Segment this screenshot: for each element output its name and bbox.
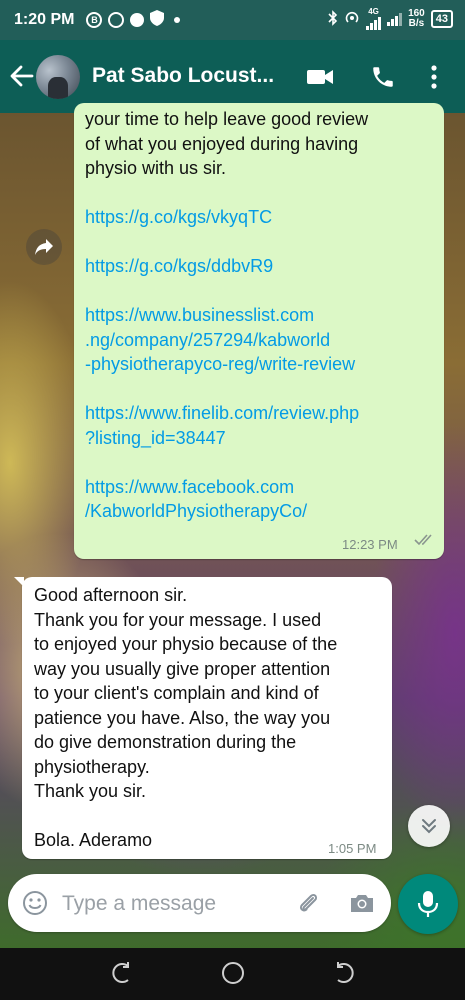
incoming-message-time: 1:05 PM — [328, 841, 377, 856]
video-camera-icon — [307, 70, 333, 84]
back-button[interactable] — [8, 62, 36, 90]
message-line: Bola. Aderamo — [34, 830, 153, 850]
voice-message-button[interactable] — [398, 874, 458, 934]
chat-title[interactable]: Pat Sabo Locust... — [92, 64, 292, 88]
emoji-icon — [23, 891, 47, 915]
message-line: Good afternoon sir. — [34, 585, 188, 605]
home-button[interactable] — [218, 958, 248, 988]
battery-level: 43 — [430, 10, 453, 28]
message-input[interactable] — [60, 888, 284, 920]
more-notifications-icon — [174, 17, 181, 23]
speed-unit: B/s — [408, 18, 425, 29]
chat-messages[interactable]: your time to help leave good review of wh… — [0, 103, 465, 873]
outgoing-message-time: 12:23 PM — [342, 537, 398, 552]
incoming-message[interactable]: Good afternoon sir. Thank you for your me… — [14, 577, 392, 859]
emoji-button[interactable] — [22, 890, 48, 916]
paperclip-icon — [299, 893, 318, 912]
recent-apps-button[interactable] — [106, 958, 136, 988]
message-line: physiotherapy. — [34, 756, 150, 777]
message-line: Thank you sir. — [34, 781, 147, 801]
back-nav-icon — [337, 962, 354, 983]
message-line: to your client's complain and kind of — [34, 683, 319, 703]
signal-icon — [366, 16, 382, 30]
system-status: 4G 160 B/s 43 — [328, 8, 453, 30]
message-link[interactable]: .ng/company/257294/kabworld — [85, 328, 368, 353]
microphone-icon — [417, 891, 439, 917]
signal-2-icon — [387, 12, 403, 26]
forward-icon — [35, 239, 53, 255]
bluetooth-icon — [328, 9, 338, 29]
message-line: physio with us sir. — [85, 158, 227, 178]
double-chevron-down-icon — [422, 819, 436, 834]
network-speed: 160 B/s — [408, 9, 425, 29]
back-nav-button[interactable] — [330, 958, 360, 988]
network-type: 4G — [368, 7, 379, 16]
message-link[interactable]: ?listing_id=38447 — [85, 426, 368, 451]
forward-button[interactable] — [26, 229, 62, 265]
status-time: 1:20 PM — [14, 11, 75, 28]
message-link[interactable]: -physiotherapyco-reg/write-review — [85, 352, 368, 377]
contact-avatar[interactable] — [36, 55, 80, 99]
scroll-to-bottom-button[interactable] — [408, 805, 450, 847]
app-notification-icon — [108, 12, 125, 28]
b-app-icon: B — [86, 12, 103, 28]
message-link[interactable]: https://www.finelib.com/review.php — [85, 401, 368, 426]
attach-button[interactable] — [294, 889, 322, 917]
read-ticks-icon — [414, 531, 436, 556]
message-link[interactable]: https://g.co/kgs/vkyqTC — [85, 205, 368, 230]
arrow-left-icon — [10, 65, 34, 87]
message-line: patience you have. Also, the way you — [34, 707, 331, 728]
phone-icon — [373, 67, 393, 87]
shield-icon — [150, 9, 165, 31]
message-link[interactable]: https://www.businesslist.com — [85, 303, 368, 328]
camera-button[interactable] — [348, 889, 376, 917]
message-line: to enjoyed your physio because of the — [34, 634, 338, 654]
message-link[interactable]: /KabworldPhysiotherapyCo/ — [85, 499, 368, 524]
circle-notification-icon — [130, 13, 145, 27]
message-line: do give demonstration during the — [34, 732, 297, 752]
message-link[interactable]: https://www.facebook.com — [85, 475, 368, 500]
camera-icon — [351, 895, 373, 912]
hotspot-icon — [344, 10, 360, 29]
recents-icon — [112, 962, 129, 983]
notification-icons: B — [86, 9, 181, 31]
home-circle-icon — [222, 962, 244, 984]
status-bar: 1:20 PM B 4G 160 B/s 43 — [0, 0, 465, 40]
voice-call-button[interactable] — [370, 64, 396, 90]
message-line: your time to help leave good review — [85, 109, 369, 129]
more-vertical-icon — [431, 65, 437, 89]
more-options-button[interactable] — [424, 64, 444, 90]
message-line: way you usually give proper attention — [34, 658, 331, 679]
video-call-button[interactable] — [306, 64, 333, 90]
message-link[interactable]: https://g.co/kgs/ddbvR9 — [85, 254, 368, 279]
outgoing-message-text: your time to help leave good review of wh… — [85, 107, 368, 524]
outgoing-message[interactable]: your time to help leave good review of wh… — [74, 103, 444, 559]
message-composer — [8, 874, 391, 932]
message-line: of what you enjoyed during having — [85, 133, 359, 154]
incoming-message-text: Good afternoon sir. Thank you for your me… — [34, 583, 337, 853]
message-line: Thank you for your message. I used — [34, 609, 322, 630]
system-navigation-bar — [0, 948, 465, 1000]
